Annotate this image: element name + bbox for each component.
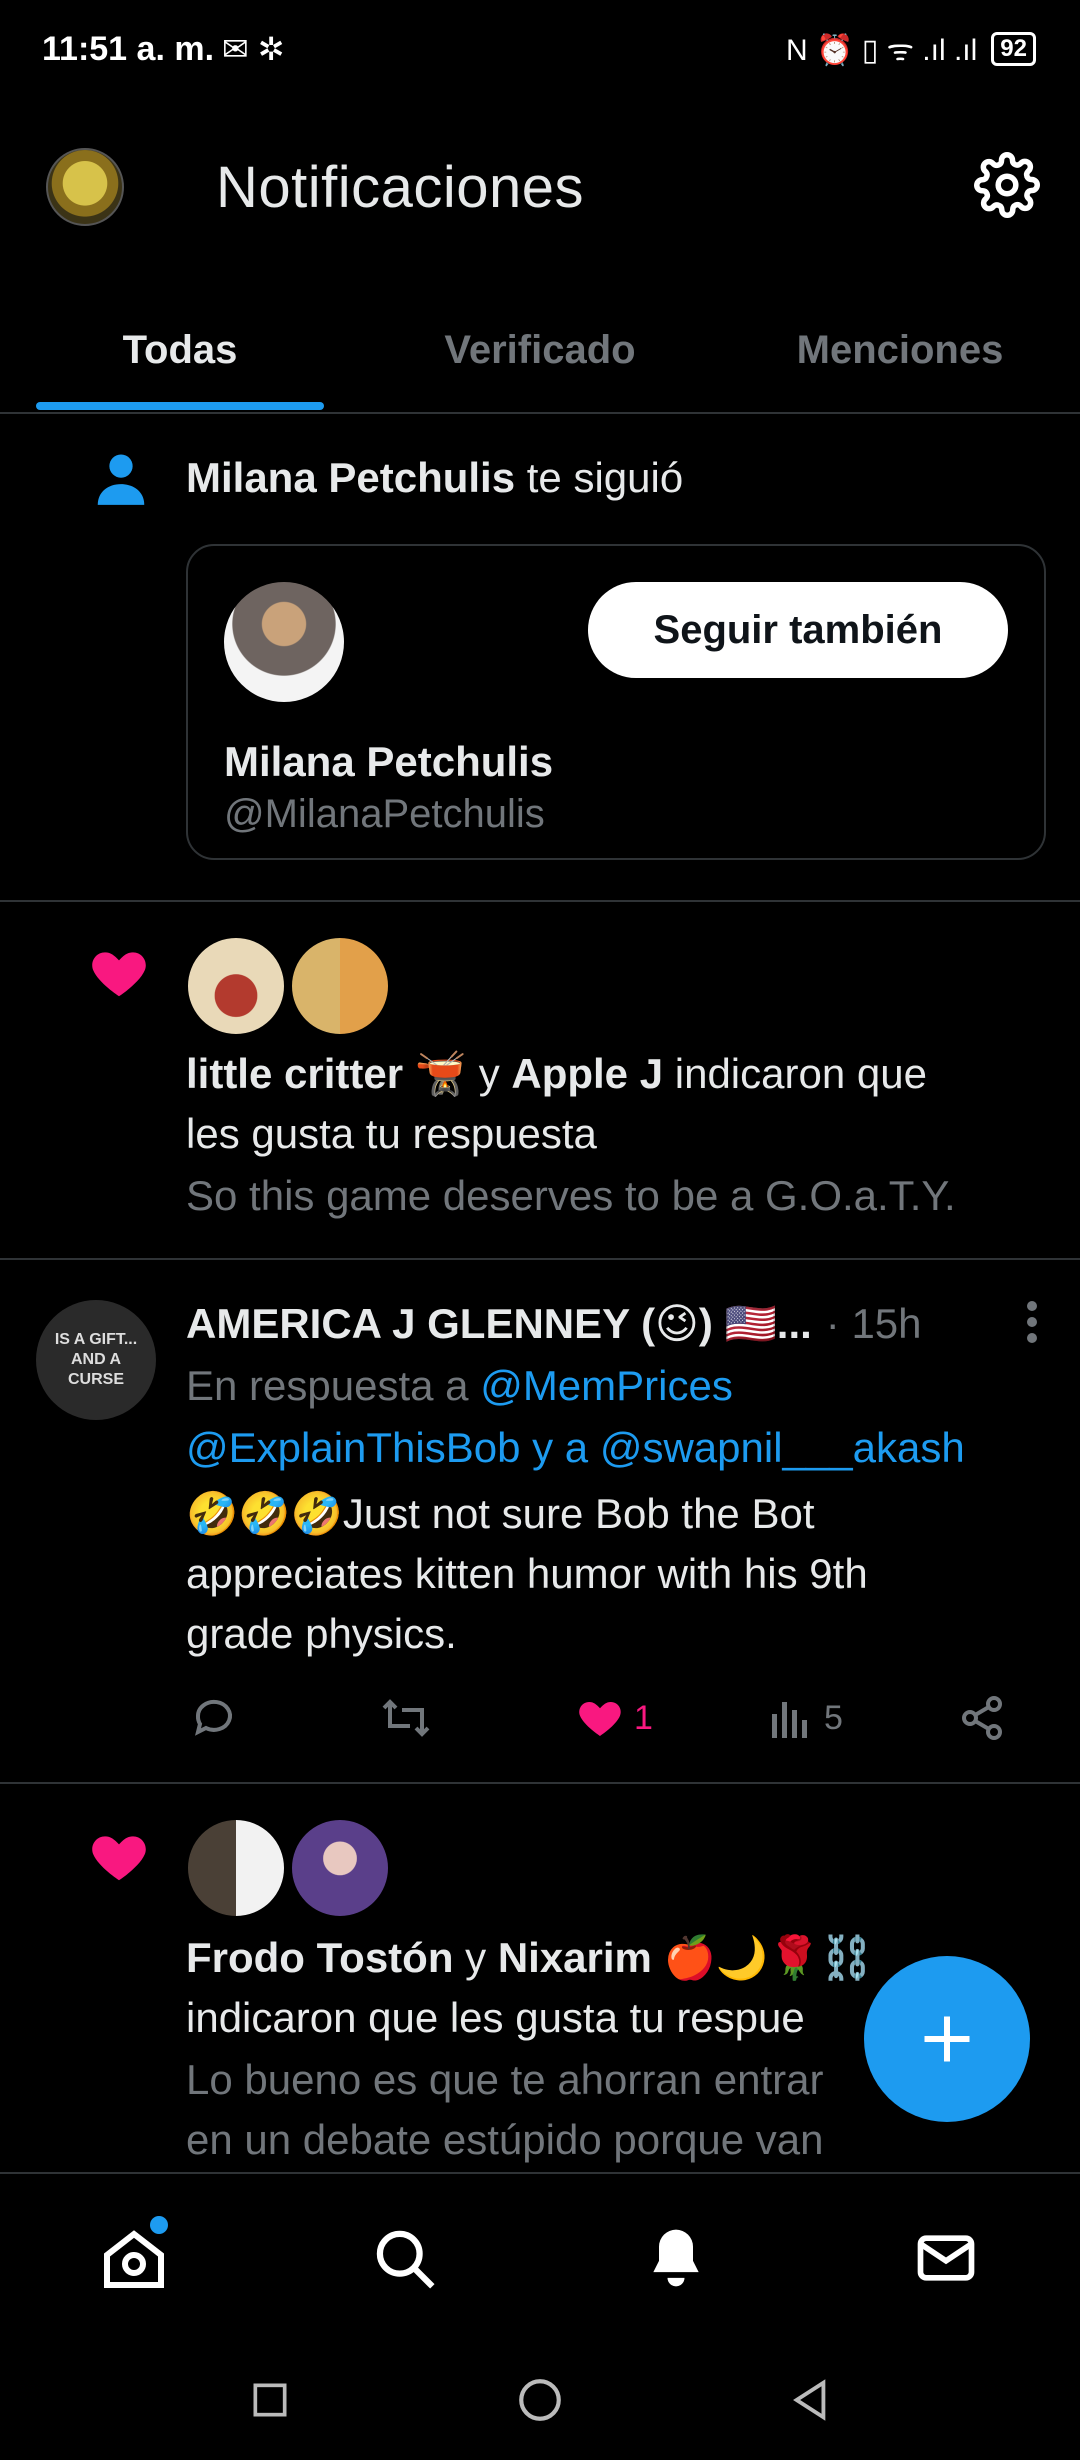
notification-icons: ✉ ✲ [222,31,285,67]
status-bar: 11:51 a. m. ✉ ✲ N ⏰ ▯ ᯤ .ıl .ıl 92 [0,0,1080,100]
heart-filled-icon [579,1702,621,1736]
nav-notifications[interactable] [636,2218,716,2298]
tweet-author-name[interactable]: AMERICA J GLENNEY (😉) 🇺🇸... [186,1294,812,1354]
profile-avatar[interactable] [46,148,124,226]
reply-connector: y a [532,1424,589,1471]
follow-text: Milana Petchulis te siguió [186,448,683,508]
follower-name[interactable]: Milana Petchulis [186,454,515,501]
like-text-line1: Frodo Tostón y Nixarim 🍎🌙🌹⛓️ [186,1928,873,1988]
reply-context-line1: En respuesta a @MemPrices [186,1356,733,1416]
heart-icon [88,1826,150,1888]
tweet-time: · 15h [825,1300,922,1347]
reply-prefix: En respuesta a [186,1362,469,1409]
connector-text: y [465,1934,487,1981]
tweet-text-line1: 🤣🤣🤣Just not sure Bob the Bot [186,1490,815,1537]
reply-mention-2[interactable]: @ExplainThisBob [186,1424,520,1471]
reply-mention-3[interactable]: @swapnil___akash [600,1424,965,1471]
like-text-line2: les gusta tu respuesta [186,1110,597,1157]
system-navigation-bar [0,2340,1080,2460]
follow-notification[interactable]: Milana Petchulis te siguió Seguir tambié… [0,412,1080,902]
compose-tweet-button[interactable] [864,1956,1030,2122]
reply-context-line2: @ExplainThisBob y a @swapnil___akash [186,1418,965,1478]
connector-text: y [478,1050,500,1097]
back-triangle-icon[interactable] [778,2368,842,2432]
reply-tweet[interactable]: IS A GIFT... AND A CURSE AMERICA J GLENN… [0,1258,1080,1784]
page-title: Notificaciones [216,155,585,220]
user-avatar[interactable] [224,582,344,702]
notification-tabs: Todas Verificado Menciones [0,290,1080,414]
status-time: 11:51 a. m. [42,30,215,68]
view-count: 5 [824,1698,843,1737]
liked-post-preview-line1: Lo bueno es que te ahorran entrar [186,2056,824,2103]
bottom-navigation [0,2172,1080,2342]
retweet-icon [382,1699,430,1737]
like-text-line1: little critter 🫕 y Apple J indicaron que [186,1044,927,1104]
liker-name-3[interactable]: Frodo Tostón [186,1934,453,1981]
like-text-line2: indicaron que les gusta tu respue [186,1994,805,2041]
tab-verificado[interactable]: Verificado [360,290,720,410]
views-bar-chart-icon [772,1702,807,1738]
bell-icon [653,2229,699,2287]
retweet-button[interactable] [380,1694,432,1742]
tweet-text-line3: grade physics. [186,1610,457,1657]
heart-icon [88,942,150,1004]
like-count: 1 [634,1698,653,1737]
reply-button[interactable] [190,1694,238,1742]
home-unread-dot [150,2216,168,2234]
liker-name-1[interactable]: little critter 🫕 [186,1050,467,1097]
recents-square-icon[interactable] [238,2368,302,2432]
liker-name-4[interactable]: Nixarim 🍎🌙🌹⛓️ [498,1934,873,1981]
more-options-icon[interactable] [1024,1300,1040,1349]
liker-avatar-4[interactable] [290,1818,390,1918]
plus-icon [924,2016,970,2062]
tab-menciones[interactable]: Menciones [720,290,1080,410]
liker-name-2[interactable]: Apple J [511,1050,663,1097]
signal-icons: N ⏰ ▯ ᯤ .ıl .ıl [786,34,978,67]
follow-back-button[interactable]: Seguir también [588,582,1008,678]
nav-messages[interactable] [906,2218,986,2298]
home-circle-icon[interactable] [508,2368,572,2432]
liker-avatar-2[interactable] [290,936,390,1036]
share-button[interactable] [958,1694,1006,1742]
tab-todas[interactable]: Todas [0,290,360,410]
person-icon [90,448,152,510]
like-action-text: indicaron que [674,1050,927,1097]
reply-icon [195,1699,232,1736]
user-card[interactable]: Seguir también Milana Petchulis @MilanaP… [186,544,1046,860]
user-card-name: Milana Petchulis [224,738,554,785]
liked-post-preview: So this game deserves to be a G.O.a.T.Y. [186,1172,956,1219]
liked-post-preview-line2: en un debate estúpido porque van [186,2116,824,2163]
user-card-handle: @MilanaPetchulis [224,792,545,836]
follow-action-text: te siguió [526,454,684,501]
views-button[interactable]: 5 [770,1694,843,1742]
search-icon [376,2230,435,2289]
top-app-bar: Notificaciones [0,120,1080,250]
settings-gear-icon[interactable] [974,152,1040,218]
mail-icon [917,2235,975,2281]
active-tab-indicator [36,402,324,410]
share-icon [962,1696,1002,1740]
liker-avatar-3[interactable] [186,1818,286,1918]
like-notification[interactable]: little critter 🫕 y Apple J indicaron que… [0,900,1080,1260]
tweet-header: AMERICA J GLENNEY (😉) 🇺🇸... · 15h [186,1294,922,1354]
status-right-icons: N ⏰ ▯ ᯤ .ıl .ıl 92 [786,28,1036,69]
nav-search[interactable] [364,2218,444,2298]
tweet-text-line2: appreciates kitten humor with his 9th [186,1550,868,1597]
reply-mention-1[interactable]: @MemPrices [480,1362,733,1409]
tweet-author-avatar[interactable]: IS A GIFT... AND A CURSE [36,1300,156,1420]
battery-icon: 92 [991,31,1036,66]
liker-avatar-1[interactable] [186,936,286,1036]
like-button[interactable]: 1 [576,1694,653,1742]
